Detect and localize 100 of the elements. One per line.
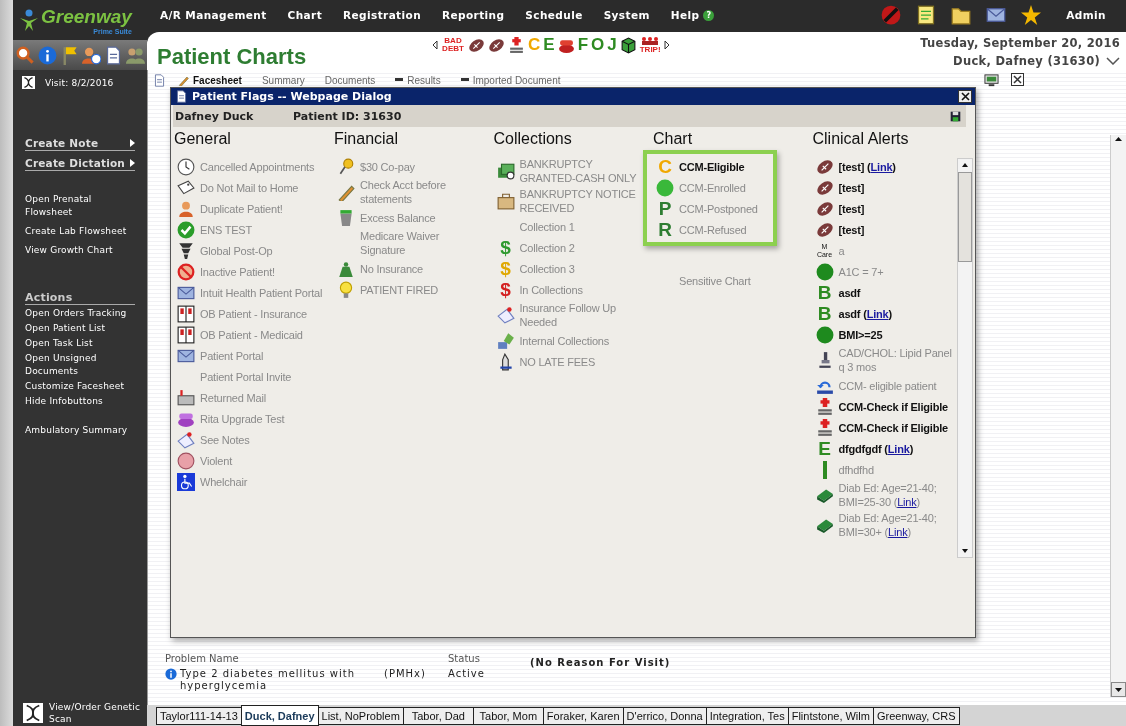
flag-label: CCM-Check if Eligible	[838, 420, 949, 435]
menu-item[interactable]: Help ?	[670, 9, 715, 21]
menu-item[interactable]: Reporting	[442, 9, 505, 21]
patient-tab[interactable]: D'errico, Donna	[622, 707, 707, 725]
scroll-thumb[interactable]	[957, 172, 972, 262]
dot-icon	[815, 262, 834, 281]
pushpin-icon	[337, 157, 355, 176]
menu-link[interactable]: Create Note	[25, 137, 135, 151]
bar-icon	[822, 460, 827, 479]
sidebar-link[interactable]: Open Patient List	[25, 322, 135, 335]
notepad-icon[interactable]	[916, 5, 937, 25]
document-icon	[153, 73, 166, 87]
link[interactable]: Link	[870, 160, 893, 173]
cross-icon[interactable]	[508, 36, 525, 54]
patient-tab[interactable]: Integration, Tes	[705, 707, 789, 725]
column-heading: Collections	[493, 130, 573, 149]
scrollbar[interactable]	[1110, 135, 1126, 697]
patient-tab[interactable]: Duck, Dafney	[240, 705, 319, 726]
sidebar-link[interactable]: Open Prenatal Flowsheet	[25, 193, 135, 219]
menu-item[interactable]: A/R Management	[160, 9, 267, 21]
column-heading: Chart	[653, 130, 694, 149]
sidebar-link[interactable]: Hide Infobuttons	[25, 395, 135, 408]
flag-label: [test] (Link)	[838, 159, 897, 174]
tab[interactable]: Imported Document	[452, 74, 569, 86]
sidebar-link[interactable]: Ambulatory Summary	[25, 424, 135, 437]
flag-label: $30 Co-pay	[360, 159, 416, 174]
sidebar-link[interactable]: Open Task List	[25, 337, 135, 350]
people-icon[interactable]	[126, 45, 145, 65]
search-icon[interactable]	[16, 45, 35, 65]
sidebar-link[interactable]: Create Lab Flowsheet	[25, 225, 135, 238]
chevron-icon[interactable]	[1106, 57, 1120, 65]
bad-debt-icon[interactable]: BAD DEBT	[441, 37, 465, 53]
user-menu[interactable]: Admin	[1066, 9, 1106, 21]
light-bulb-icon	[337, 280, 355, 299]
envelope-icon[interactable]	[986, 5, 1007, 25]
letter-icon: R	[656, 220, 674, 239]
tab[interactable]: Summary	[253, 74, 313, 86]
help-icon: ?	[703, 9, 715, 21]
menu-link[interactable]: Create Dictation	[25, 157, 135, 171]
folder-icon[interactable]	[951, 5, 972, 25]
close-icon[interactable]	[1011, 72, 1024, 86]
close-button[interactable]	[958, 90, 972, 103]
mailbox-icon	[177, 388, 195, 407]
tab[interactable]: Results	[387, 74, 449, 86]
collapse-icon[interactable]	[395, 78, 404, 82]
letter-icon[interactable]: F	[577, 37, 588, 53]
football-icon[interactable]	[488, 36, 505, 54]
patient-tab[interactable]: List, NoProblem	[317, 707, 404, 725]
letter-icon[interactable]: J	[607, 37, 617, 53]
save-icon[interactable]	[950, 110, 961, 122]
flag-label: No Insurance	[360, 261, 425, 276]
link[interactable]: Link	[887, 442, 910, 455]
link[interactable]: Link	[866, 307, 889, 320]
cube-icon[interactable]	[619, 36, 637, 54]
scrollbar[interactable]	[956, 158, 973, 558]
menu-item[interactable]: System	[603, 9, 650, 21]
logo-text: Greenway	[41, 5, 132, 28]
flag-label: Excess Balance	[360, 210, 437, 225]
dot-icon	[656, 178, 674, 197]
tab[interactable]: Facesheet	[170, 74, 250, 86]
flag-label: Diab Ed: Age=21-40; BMI=25-30 (Link)	[838, 481, 938, 509]
person-clock-icon[interactable]	[82, 45, 101, 65]
next-icon[interactable]	[663, 40, 670, 50]
letter-icon[interactable]: O	[591, 37, 605, 53]
patient-tab[interactable]: Tabor, Dad	[402, 707, 474, 725]
football-icon[interactable]	[468, 36, 485, 54]
patient-tab[interactable]: Greenway, CRS	[872, 707, 960, 725]
dialog-title: Patient Flags -- Webpage Dialog	[192, 90, 392, 103]
menu-item[interactable]: Registration	[343, 9, 422, 21]
flag-label: CCM-Refused	[679, 222, 748, 237]
menu-item[interactable]: Schedule	[525, 9, 583, 21]
football-icon	[815, 220, 834, 239]
patient-tab[interactable]: Flintstone, Wilm	[787, 707, 874, 725]
patient-tab[interactable]: Foraker, Karen	[542, 707, 624, 725]
menu-item[interactable]: Chart	[287, 9, 323, 21]
collapse-icon[interactable]	[460, 78, 469, 82]
sidebar-link[interactable]: View Growth Chart	[25, 244, 135, 257]
flag-label: asdf (Link)	[838, 306, 893, 321]
scroll-down-icon[interactable]	[1111, 682, 1126, 697]
sidebar-link[interactable]: Open Unsigned Documents	[25, 352, 135, 378]
info-icon[interactable]	[38, 45, 57, 65]
ball-icon[interactable]	[881, 5, 902, 25]
flag-label: PATIENT FIRED	[360, 282, 440, 297]
flag-label: dfgdfgdf (Link)	[838, 441, 915, 456]
sidebar-link[interactable]: Open Orders Tracking	[25, 307, 135, 320]
sidebar-link[interactable]: View/Order Genetic Scan	[13, 701, 147, 726]
link[interactable]: Link	[897, 496, 917, 508]
flag-label: Collection 3	[519, 261, 576, 276]
document-icon[interactable]	[104, 45, 123, 65]
flag-label: CCM- eligible patient	[838, 378, 938, 393]
previous-icon[interactable]	[432, 40, 438, 50]
tab[interactable]: Documents	[316, 74, 384, 86]
link[interactable]: Link	[888, 526, 908, 538]
patient-tab[interactable]: Taylor111-14-13	[156, 707, 242, 725]
patient-tab[interactable]: Tabor, Mom	[472, 707, 544, 725]
star-icon[interactable]	[1021, 5, 1042, 25]
sidebar-link[interactable]: Customize Facesheet	[25, 380, 135, 393]
dollar-icon: $	[496, 238, 515, 257]
letter-icon[interactable]: E	[543, 37, 555, 53]
money-hand-icon	[496, 331, 515, 350]
